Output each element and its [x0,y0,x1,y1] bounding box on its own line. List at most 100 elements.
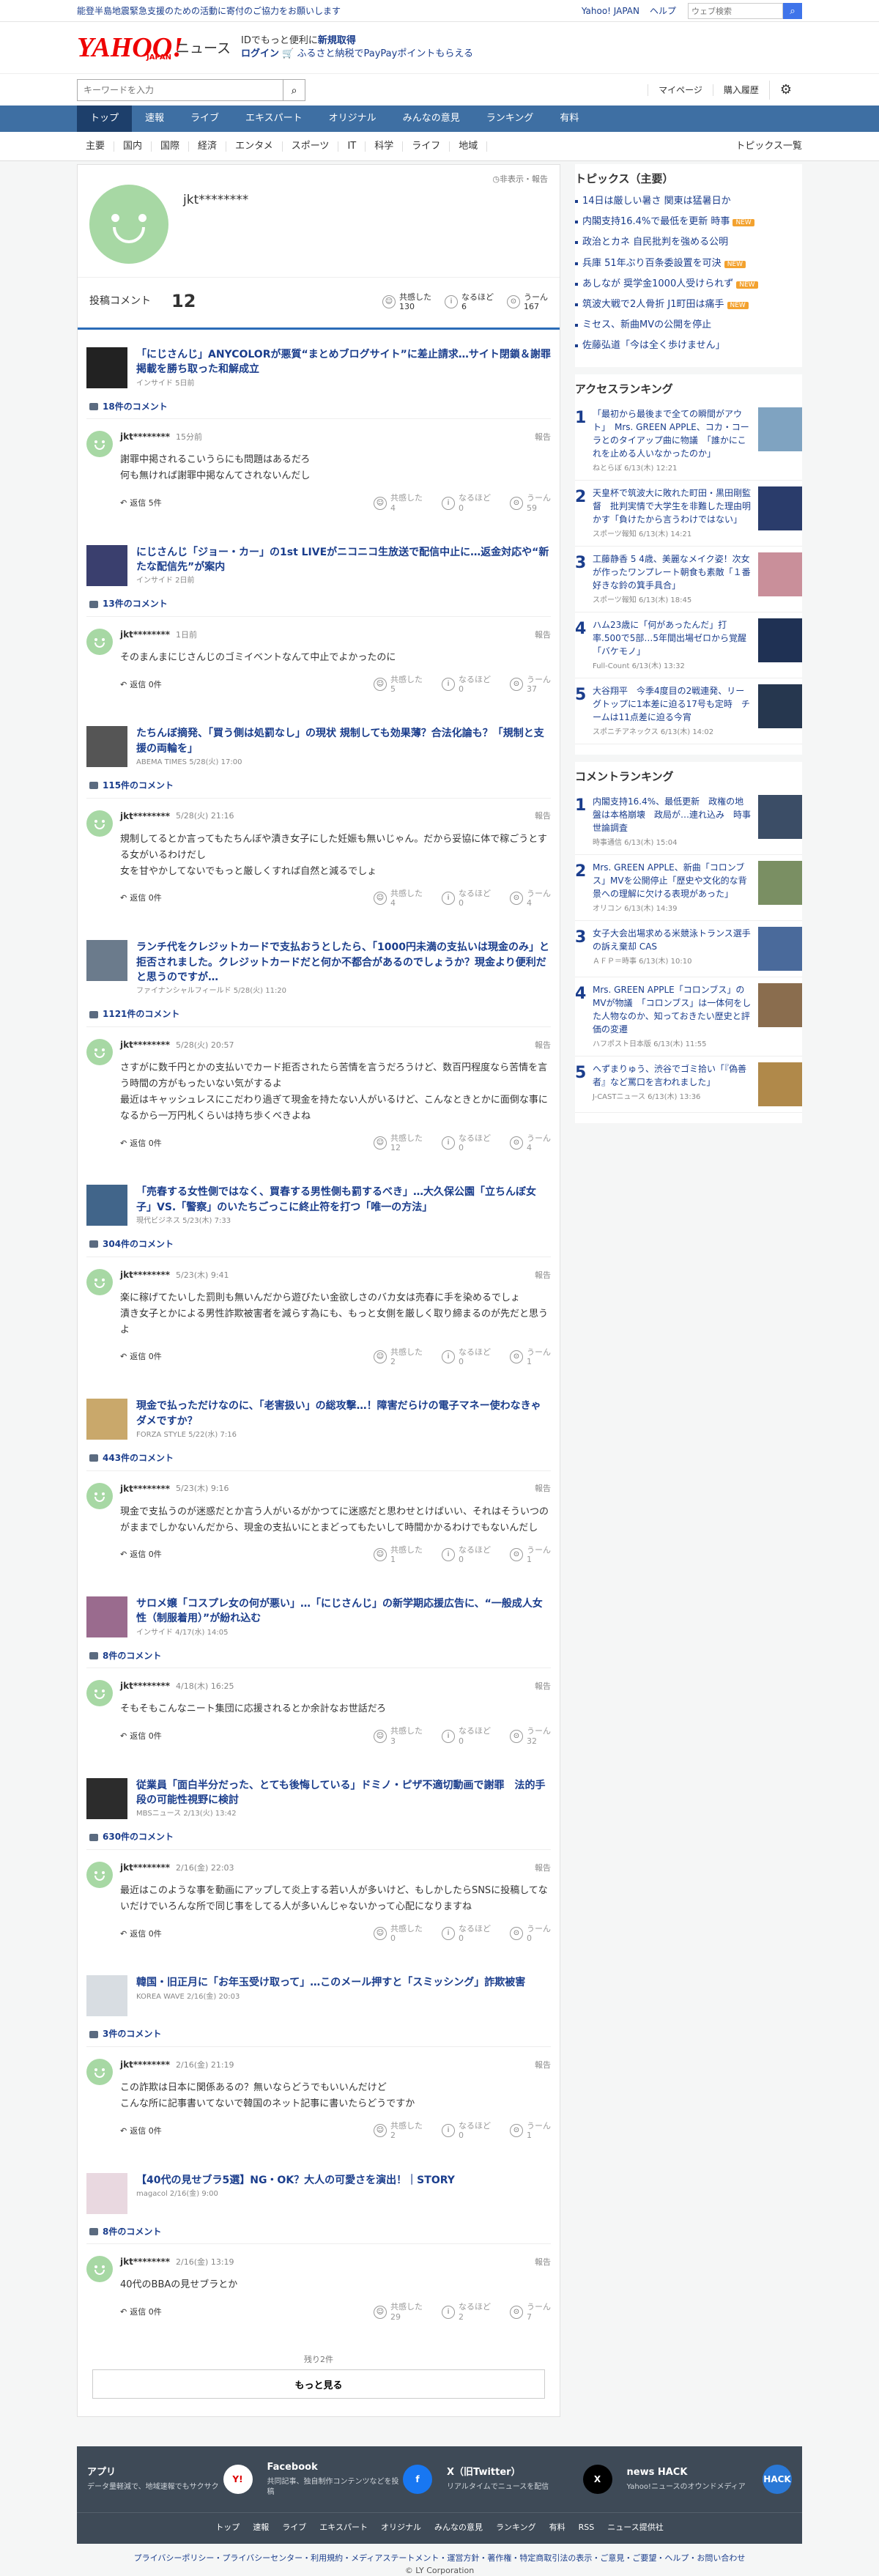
ranking-item[interactable]: 4 ハム23歳に「何があったんだ」打率.500で5部…5年間出場ゼロから覚醒「バケ… [575,612,802,678]
article-link[interactable]: サロメ嬢「コスプレ女の何が悪い」…「にじさんじ」の新学期応援広告に、“一般成人女… [86,1596,551,1638]
reaction-button[interactable]: ⊙ うーん 7 [510,2302,551,2322]
subnav-item[interactable]: 経済 [189,141,227,152]
article-title[interactable]: たちんぼ摘発、「買う側は処罰なし」の現状 規制しても効果薄？合法化論も？「規制と… [136,726,551,756]
footer-nav-link[interactable]: 速報 [253,2522,269,2533]
app-promo[interactable]: Facebook 共同記事、独自制作コンテンツなどを投稿 f [267,2461,432,2498]
reaction-button[interactable]: i なるほど 2 [442,2302,491,2322]
news-search-input[interactable] [78,80,283,100]
ranking-item[interactable]: 5 へずまりゅう、渋谷でゴミ拾い「『偽善者』など罵口を言われました」 J-CASTニ… [575,1056,802,1113]
subnav-item[interactable]: 国内 [114,141,152,152]
report-link[interactable]: 報告 [535,1270,551,1281]
comment-count-link[interactable]: 18件のコメント [86,395,551,420]
comment-count-link[interactable]: 304件のコメント [86,1232,551,1257]
report-link[interactable]: 報告 [535,629,551,640]
footer-nav-link[interactable]: RSS [579,2522,595,2533]
comment-count-link[interactable]: 8件のコメント [86,1644,551,1669]
comment-count-link[interactable]: 3件のコメント [86,2022,551,2048]
reaction-button[interactable]: i なるほど 0 [442,1924,491,1943]
reaction-button[interactable]: ⊙ うーん 1 [510,1545,551,1564]
reaction-button[interactable]: ⊙ うーん 0 [510,1924,551,1943]
subnav-item[interactable]: 科学 [366,141,404,152]
comment-count-link[interactable]: 8件のコメント [86,2220,551,2245]
comment-count-link[interactable]: 1121件のコメント [86,1002,551,1027]
subnav-item[interactable]: IT [338,141,366,152]
reaction-button[interactable]: ☺ 共感した 4 [374,889,423,908]
reaction-button[interactable]: ⊙ うーん 59 [510,493,551,513]
article-link[interactable]: にじさんじ「ジョー・カー」の1st LIVEがニコニコ生放送で配信中止に…返金対… [86,544,551,587]
mypage-link[interactable]: マイページ [648,84,713,97]
reply-button[interactable]: ↶ 返信 0件 [120,1351,162,1362]
article-title[interactable]: 「売春する女性側ではなく、買春する男性側も罰するべき」…大久保公園「立ちんぼ女子… [136,1185,551,1215]
subnav-item[interactable]: ライフ [403,141,450,152]
yahoo-news-logo[interactable]: YAHOO! JAPAN ニュース [77,34,231,62]
reaction-button[interactable]: ⊙ うーん 1 [510,1347,551,1366]
ranking-item[interactable]: 3 工藤静香 5 4歳、美麗なメイク姿！次女が作ったワンプレート朝食も素敵「１番好… [575,547,802,612]
comment-user[interactable]: jkt******** [120,1680,170,1692]
web-search-input[interactable] [688,3,783,19]
reaction-button[interactable]: ☺ 共感した 2 [374,1347,423,1366]
gear-icon[interactable]: ⚙ [768,81,802,100]
subnav-item[interactable]: スポーツ [283,141,339,152]
comment-user[interactable]: jkt******** [120,1039,170,1051]
comment-user[interactable]: jkt******** [120,2059,170,2071]
reaction-button[interactable]: i なるほど 0 [442,1133,491,1152]
app-promo[interactable]: news HACK Yahoo!ニュースのオウンドメディア HACK [627,2461,792,2498]
ranking-item[interactable]: 4 Mrs. GREEN APPLE「コロンブス」のMVが物議 「コロンブス」は一… [575,977,802,1056]
article-link[interactable]: ランチ代をクレジットカードで支払おうとしたら、「1000円未満の支払いは現金のみ… [86,940,551,996]
article-title[interactable]: 従業員「面白半分だった、とても後悔している」ドミノ・ピザ不適切動画で謝罪 法的手… [136,1778,551,1808]
reaction-button[interactable]: ⊙ うーん 37 [510,675,551,694]
reaction-button[interactable]: ⊙ うーん 4 [510,1133,551,1152]
article-title[interactable]: 「にじさんじ」ANYCOLORが悪質“まとめブログサイト”に差止請求…サイト閉鎖… [136,347,551,377]
article-link[interactable]: たちんぼ摘発、「買う側は処罰なし」の現状 規制しても効果薄？合法化論も？「規制と… [86,726,551,768]
reaction-button[interactable]: ☺ 共感した 0 [374,1924,423,1943]
web-search-button[interactable]: ⌕ [783,3,802,19]
gnav-item[interactable]: 速報 [132,106,177,132]
app-promo[interactable]: X（旧Twitter） リアルタイムでニュースを配信 X [447,2461,612,2498]
subnav-item[interactable]: 地域 [450,141,488,152]
topic-item[interactable]: 政治とカネ 自民批判を強める公明 [575,232,802,253]
reaction-button[interactable]: i なるほど 0 [442,675,491,694]
reaction-button[interactable]: ☺ 共感した 2 [374,2121,423,2140]
gnav-item[interactable]: エキスパート [232,106,316,132]
reaction-button[interactable]: ☺ 共感した 4 [374,493,423,513]
reply-button[interactable]: ↶ 返信 0件 [120,1549,162,1560]
topic-item[interactable]: あしなが 奨学金1000人受けられず NEW [575,274,802,295]
report-link[interactable]: 報告 [535,1040,551,1051]
article-title[interactable]: ランチ代をクレジットカードで支払おうとしたら、「1000円未満の支払いは現金のみ… [136,940,551,985]
reaction-button[interactable]: i なるほど 0 [442,1726,491,1746]
footer-nav-link[interactable]: トップ [215,2522,240,2533]
ranking-item[interactable]: 1 内閣支持16.4%、最低更新 政権の地盤は本格崩壊 政局が…連れ込み 時事世論… [575,789,802,855]
comment-user[interactable]: jkt******** [120,431,170,443]
reaction-button[interactable]: ☺ 共感した 3 [374,1726,423,1746]
article-title[interactable]: サロメ嬢「コスプレ女の何が悪い」…「にじさんじ」の新学期応援広告に、“一般成人女… [136,1596,551,1626]
comment-count-link[interactable]: 630件のコメント [86,1825,551,1851]
gnav-item[interactable]: 有料 [546,106,592,132]
comment-user[interactable]: jkt******** [120,1483,170,1495]
legal-links[interactable]: プライバシーポリシー・プライバシーセンター・利用規約・メディアステートメント・運… [0,2544,879,2565]
purchase-history-link[interactable]: 購入履歴 [712,84,769,97]
app-promo[interactable]: アプリ データ量軽減で、地域速報でもサクサク Y! [87,2461,253,2498]
load-more-button[interactable]: もっと見る [92,2369,545,2399]
report-link[interactable]: 報告 [535,2059,551,2070]
login-link[interactable]: ログイン [241,48,279,59]
ranking-item[interactable]: 1 「最初から最後まで全ての瞬間がアウト」 Mrs. GREEN APPLE、コカ… [575,401,802,481]
report-link[interactable]: 報告 [535,1483,551,1494]
subnav-item[interactable]: 国際 [152,141,190,152]
article-title[interactable]: 【40代の見せブラ5選】NG・OK？大人の可愛さを演出！｜STORY [136,2173,455,2188]
reaction-button[interactable]: ☺ 共感した 5 [374,675,423,694]
topic-item[interactable]: 兵庫 51年ぶり百条委設置を可決 NEW [575,253,802,274]
topic-item[interactable]: 筑波大戦で2人骨折 J1町田は痛手 NEW [575,295,802,315]
topic-item[interactable]: ミセス、新曲MVの公開を停止 [575,315,802,336]
comment-count-link[interactable]: 13件のコメント [86,592,551,618]
reply-button[interactable]: ↶ 返信 0件 [120,1928,162,1939]
donation-notice-link[interactable]: 能登半島地震緊急支援のための活動に寄付のご協力をお願いします [77,5,571,18]
footer-nav-link[interactable]: ライブ [282,2522,306,2533]
reaction-button[interactable]: ☺ 共感した 29 [374,2302,423,2322]
comment-count-link[interactable]: 443件のコメント [86,1446,551,1471]
article-title[interactable]: 韓国・旧正月に「お年玉受け取って」…このメール押すと「スミッシング」詐欺被害 [136,1975,525,1990]
furusato-link[interactable]: ふるさと納税でPayPayポイントもらえる [297,48,473,59]
reaction-button[interactable]: ☺ 共感した 1 [374,1545,423,1564]
reply-button[interactable]: ↶ 返信 0件 [120,1138,162,1149]
reaction-button[interactable]: i なるほど 0 [442,889,491,908]
article-link[interactable]: 「売春する女性側ではなく、買春する男性側も罰するべき」…大久保公園「立ちんぼ女子… [86,1185,551,1226]
